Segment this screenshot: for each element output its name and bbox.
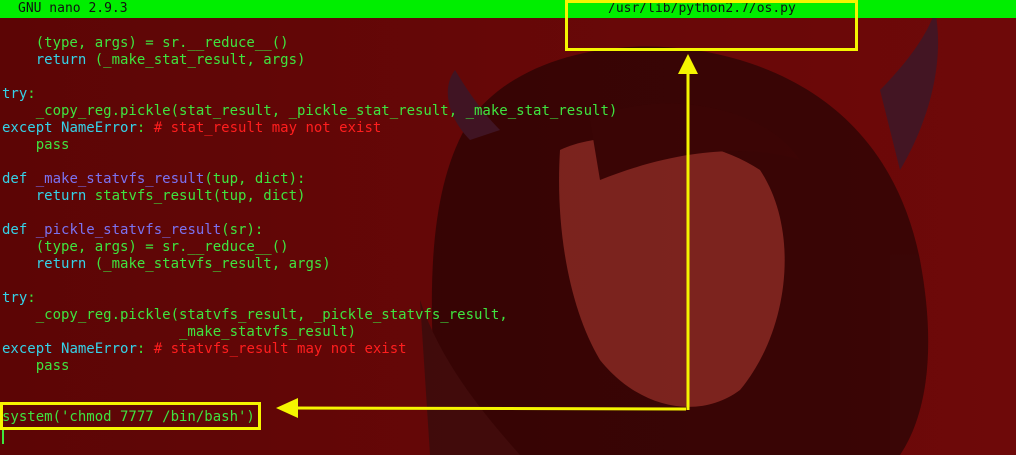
arrow-left-shaft bbox=[291, 406, 687, 411]
arrow-left-head bbox=[276, 398, 298, 418]
annotation-arrows bbox=[276, 54, 698, 418]
arrow-up-head bbox=[678, 54, 698, 74]
